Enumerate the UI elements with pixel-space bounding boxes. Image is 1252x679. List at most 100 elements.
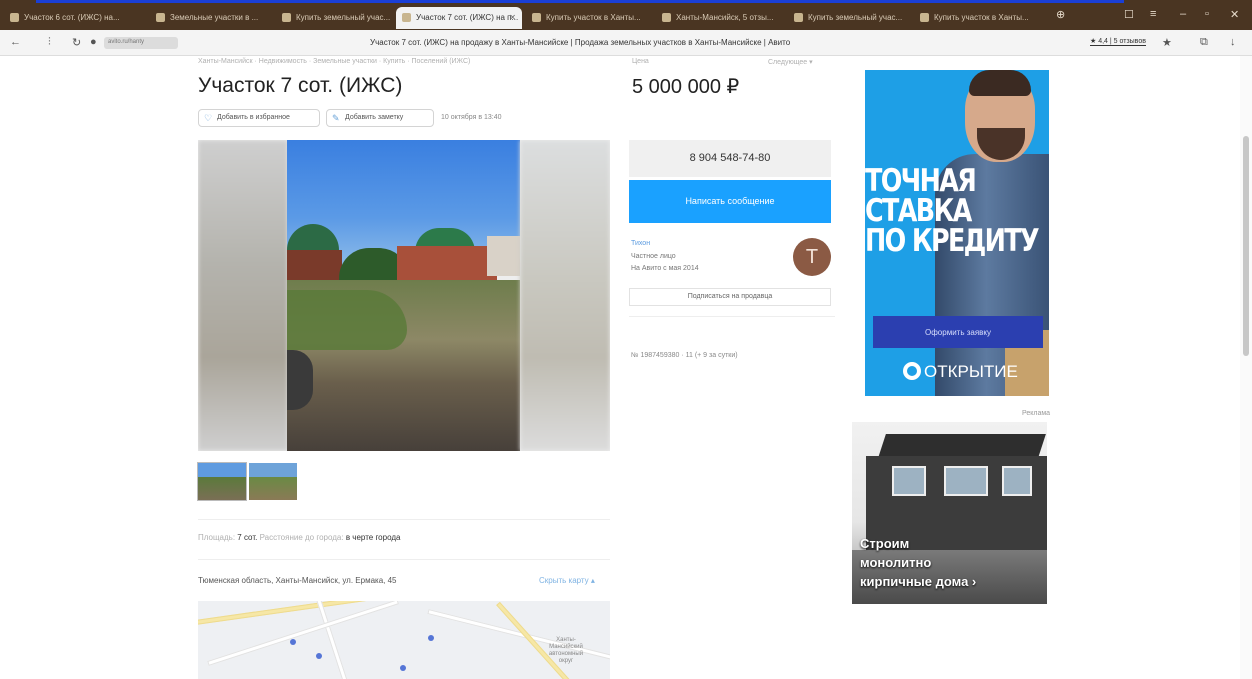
currency-select[interactable]: Следующее ▾ (768, 58, 813, 66)
favicon-icon (282, 13, 291, 22)
area-label: Площадь: (198, 533, 236, 542)
gallery-thumbnail[interactable] (197, 462, 247, 501)
ad-marker: Реклама (1022, 410, 1051, 417)
favicon-icon (532, 13, 541, 22)
add-note-button[interactable]: ✎ Добавить заметку (326, 109, 434, 127)
ad-house-image (1002, 466, 1032, 496)
favicon-icon (662, 13, 671, 22)
ad-headline: ТОЧНАЯ СТАВКА ПО КРЕДИТУ (865, 163, 1040, 259)
phone-number[interactable]: 8 904 548-74-80 (629, 140, 831, 177)
distance-value: в черте города (345, 533, 401, 542)
lock-icon[interactable]: ● (90, 36, 97, 48)
ad-person-image (969, 70, 1031, 96)
menu-icon[interactable]: ≡ (1150, 8, 1156, 20)
browser-tab[interactable]: Купить участок в Ханты... (914, 7, 1042, 29)
main-photo[interactable] (287, 140, 520, 451)
house-ad-banner[interactable]: Строим монолитно кирпичные дома › (852, 422, 1047, 604)
close-tab-icon[interactable]: ✕ (509, 13, 516, 22)
section-divider (198, 519, 610, 520)
ad-house-image (892, 466, 926, 496)
ad-house-image (944, 466, 988, 496)
address-bar: ← ⫶ ↻ ● avito.ru/hanty Участок 7 сот. (И… (0, 30, 1252, 56)
ad-brand-name: ОТКРЫТИЕ (924, 362, 1018, 381)
back-icon[interactable]: ← (10, 36, 21, 48)
listing-date: 10 октября в 13:40 (441, 114, 502, 121)
ad-headline-line: СТАВКА (865, 193, 972, 229)
photo-gallery[interactable] (198, 140, 610, 451)
gallery-next-area[interactable] (520, 140, 610, 451)
ad-text: Строим монолитно кирпичные дома › (860, 534, 976, 591)
browser-tab[interactable]: Участок 6 сот. (ИЖС) на... (4, 7, 146, 29)
tab-strip-highlight (36, 0, 1124, 3)
brand-ring-icon (903, 362, 921, 380)
map-poi-label: Ханты-Мансийский автономный округ (548, 637, 584, 664)
ad-house-image (878, 434, 1046, 458)
page-title-in-bar: Участок 7 сот. (ИЖС) на продажу в Ханты-… (370, 38, 791, 47)
favicon-icon (920, 13, 929, 22)
site-reviews-link[interactable]: ★ 4,4 | 5 отзывов (1090, 37, 1146, 46)
ad-text-line: кирпичные дома › (860, 574, 977, 589)
ad-cta-button[interactable]: Оформить заявку (873, 316, 1043, 348)
favicon-icon (156, 13, 165, 22)
listing-price: 5 000 000 ₽ (632, 74, 739, 99)
listing-params: Площадь: 7 сот. Расстояние до города: в … (198, 533, 400, 542)
price-label: Цена (632, 58, 649, 65)
browser-tab-bar: Участок 6 сот. (ИЖС) на... Земельные уча… (0, 0, 1252, 30)
minimize-icon[interactable]: – (1180, 8, 1186, 20)
heart-icon: ♡ (204, 113, 213, 123)
browser-tab[interactable]: Земельные участки в ... (150, 7, 274, 29)
bookmarks-icon[interactable]: ☐ (1124, 8, 1134, 21)
location-map[interactable]: Ханты-Мансийский автономный округ (198, 601, 610, 679)
toggle-map-link[interactable]: Скрыть карту ▴ (539, 576, 595, 585)
ad-headline-line: ПО КРЕДИТУ (865, 223, 1040, 259)
map-marker-icon[interactable] (316, 653, 322, 659)
section-divider (629, 316, 835, 317)
bank-ad-banner[interactable]: ТОЧНАЯ СТАВКА ПО КРЕДИТУ Оформить заявку… (865, 70, 1049, 396)
browser-tab[interactable]: Купить земельный учас... (788, 7, 912, 29)
add-to-favorites-button[interactable]: ♡ Добавить в избранное (198, 109, 320, 127)
area-value: 7 сот. (237, 533, 258, 542)
ad-text-line: Строим (860, 536, 910, 551)
gallery-prev-area[interactable] (198, 140, 288, 451)
browser-tab[interactable]: Купить земельный учас... (276, 7, 394, 29)
bookmark-star-icon[interactable]: ★ (1162, 36, 1172, 49)
seller-name-link[interactable]: Тихон (631, 240, 650, 247)
note-icon: ✎ (332, 113, 340, 123)
gallery-thumbnail[interactable] (249, 463, 297, 500)
breadcrumb[interactable]: Ханты-Мансийск · Недвижимость · Земельны… (198, 58, 470, 65)
map-marker-icon[interactable] (400, 665, 406, 671)
forward-icon[interactable]: ⫶ (48, 36, 51, 49)
listing-address: Тюменская область, Ханты-Мансийск, ул. Е… (198, 576, 397, 585)
map-road (207, 601, 399, 666)
new-tab-icon[interactable]: ⊕ (1056, 8, 1065, 21)
close-window-icon[interactable]: ✕ (1230, 8, 1239, 21)
favicon-icon (794, 13, 803, 22)
scrollbar-thumb[interactable] (1243, 136, 1249, 356)
extensions-icon[interactable]: ⧉ (1200, 36, 1208, 49)
send-message-button[interactable]: Написать сообщение (629, 180, 831, 223)
ad-headline-line: ТОЧНАЯ (865, 163, 977, 199)
seller-since: На Авито с мая 2014 (631, 265, 699, 272)
distance-label: Расстояние до города: (259, 533, 344, 542)
browser-tab[interactable]: Купить участок в Ханты... (526, 7, 652, 29)
map-road (315, 601, 358, 679)
map-marker-icon[interactable] (428, 635, 434, 641)
browser-tab-active[interactable]: Участок 7 сот. (ИЖС) на п... ✕ (396, 7, 522, 29)
ad-brand-logo: ОТКРЫТИЕ (903, 362, 1018, 382)
ad-text-line: монолитно (860, 555, 932, 570)
section-divider (198, 559, 610, 560)
listing-number: № 1987459380 · 11 (+ 9 за сутки) (631, 352, 738, 359)
url-field[interactable]: avito.ru/hanty (104, 37, 178, 49)
maximize-icon[interactable]: ▫ (1205, 8, 1209, 20)
browser-tab[interactable]: Ханты-Мансийск, 5 отзы... (656, 7, 784, 29)
price-value: 5 000 000 ₽ (632, 76, 740, 98)
seller-type: Частное лицо (631, 253, 676, 260)
listing-title: Участок 7 сот. (ИЖС) (198, 74, 403, 97)
avatar[interactable]: Т (793, 238, 831, 276)
favicon-icon (10, 13, 19, 22)
download-icon[interactable]: ↓ (1230, 36, 1236, 48)
reload-icon[interactable]: ↻ (72, 36, 81, 49)
favicon-icon (402, 13, 411, 22)
subscribe-seller-button[interactable]: Подписаться на продавца (629, 288, 831, 306)
map-marker-icon[interactable] (290, 639, 296, 645)
